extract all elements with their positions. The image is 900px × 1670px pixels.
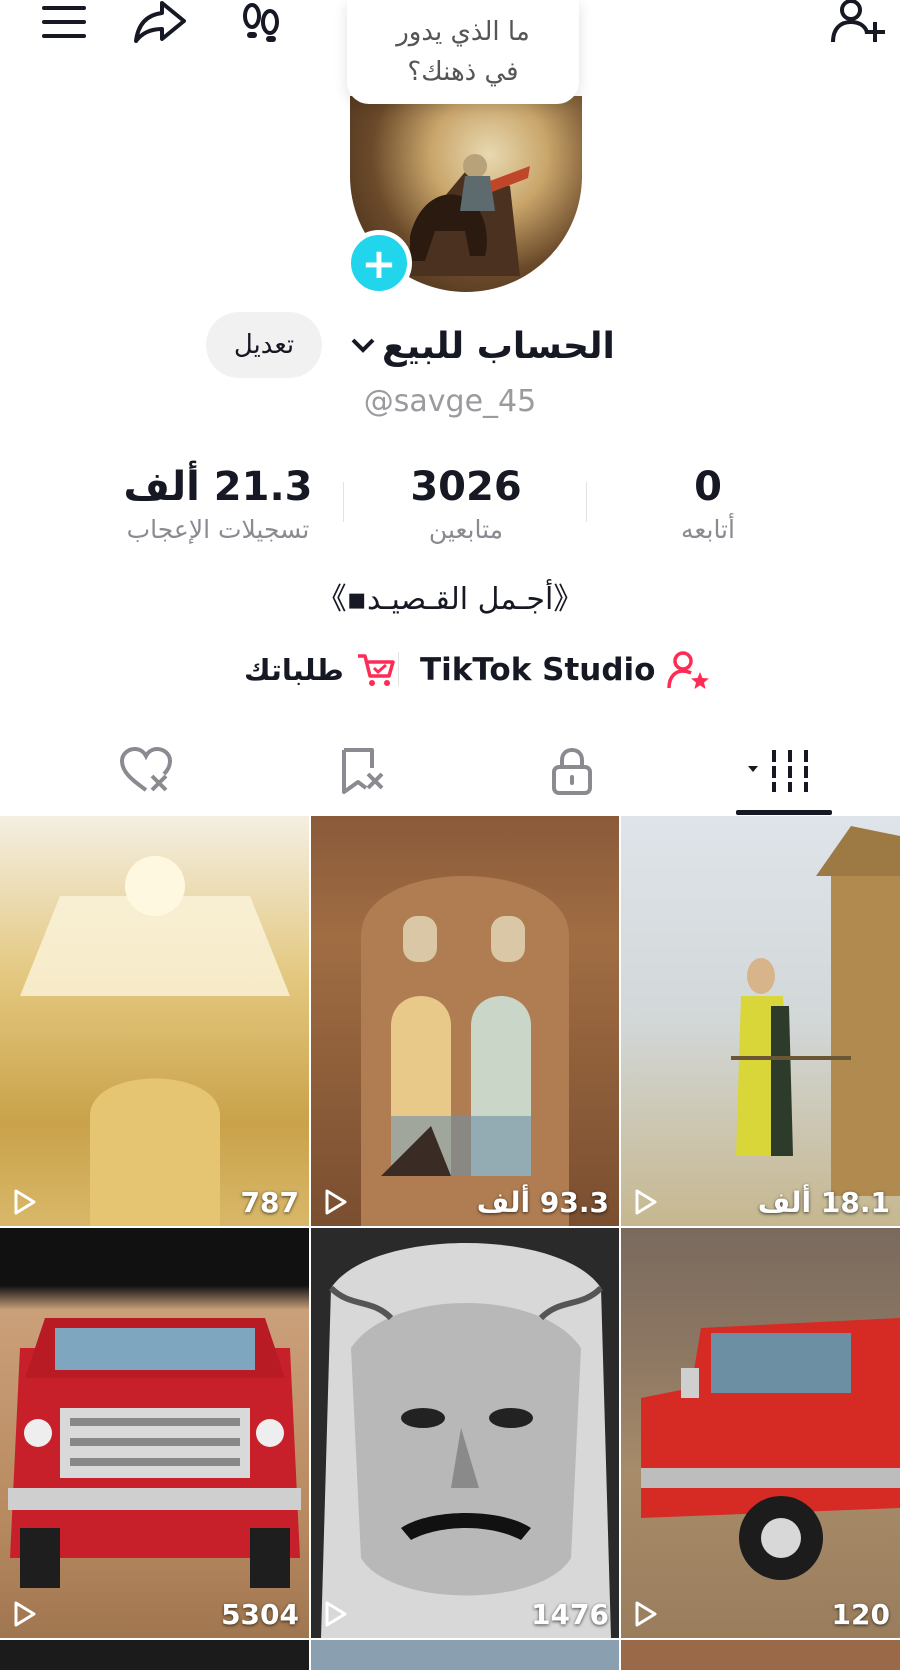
- video-thumbnail[interactable]: 1476: [311, 1228, 619, 1638]
- video-overlay: 5304: [0, 1590, 309, 1638]
- view-count: 787: [240, 1185, 299, 1219]
- edit-profile-label: تعديل: [233, 330, 295, 360]
- creator-star-icon: [667, 651, 710, 689]
- following-label: أتابعه: [681, 515, 735, 544]
- following-stat[interactable]: 0 أتابعه: [618, 462, 798, 548]
- footprints-icon: [243, 3, 279, 42]
- video-overlay: 93.3 ألف: [311, 1178, 619, 1226]
- play-icon: [325, 1189, 347, 1215]
- share-button[interactable]: [132, 0, 188, 44]
- play-icon: [14, 1601, 36, 1627]
- videos-tab[interactable]: [732, 730, 832, 812]
- plus-icon: +: [361, 238, 397, 288]
- thumbnail-image: [8, 1318, 301, 1588]
- cart-icon: [357, 654, 395, 686]
- likes-count: 21.3 ألف: [123, 464, 313, 510]
- hidden-bookmark-icon: [342, 748, 384, 794]
- add-avatar-button[interactable]: +: [346, 230, 412, 296]
- tiktok-studio-label: TikTok Studio: [420, 652, 656, 688]
- likes-label: تسجيلات الإعجاب: [126, 515, 310, 544]
- display-name: الحساب للبيع: [382, 325, 615, 367]
- thumbnail-image: [321, 1243, 611, 1638]
- video-grid-icon: [748, 750, 808, 792]
- orders-label: طلباتك: [244, 653, 344, 687]
- stats-divider: [343, 482, 344, 522]
- username: @savge_45: [363, 384, 537, 419]
- video-overlay: 18.1 ألف: [621, 1178, 900, 1226]
- following-count: 0: [694, 464, 722, 510]
- menu-button[interactable]: [36, 0, 92, 44]
- view-count: 120: [831, 1597, 890, 1631]
- followers-stat[interactable]: 3026 متابعين: [366, 462, 566, 548]
- share-icon: [134, 1, 186, 43]
- view-count: 18.1 ألف: [757, 1185, 890, 1219]
- video-thumbnail[interactable]: 93.3 ألف: [311, 816, 619, 1226]
- followers-count: 3026: [410, 464, 522, 510]
- status-bubble-text: ما الذي يدور في ذهنك؟: [396, 17, 530, 87]
- play-icon: [325, 1601, 347, 1627]
- lock-icon: [552, 747, 592, 795]
- content-tabs: [0, 730, 900, 816]
- play-icon: [635, 1189, 657, 1215]
- stats-divider: [586, 482, 587, 522]
- chevron-down-icon: [351, 338, 375, 353]
- status-bubble[interactable]: ما الذي يدور في ذهنك؟: [347, 0, 579, 104]
- view-count: 93.3 ألف: [476, 1185, 609, 1219]
- likes-stat[interactable]: 21.3 ألف تسجيلات الإعجاب: [108, 462, 328, 548]
- video-overlay: 120: [621, 1590, 900, 1638]
- video-overlay: 1476: [311, 1590, 619, 1638]
- bio: 《أجـمل القـصيـد▪︎》: [316, 582, 584, 617]
- thumbnail-image: [641, 1318, 900, 1580]
- video-overlay: 787: [0, 1178, 309, 1226]
- video-thumbnail[interactable]: 120: [621, 1228, 900, 1638]
- orders-link[interactable]: طلباتك: [244, 642, 396, 698]
- thumbnail-image: [731, 826, 900, 1196]
- hidden-heart-icon: [119, 746, 173, 792]
- play-icon: [14, 1189, 36, 1215]
- account-switcher[interactable]: الحساب للبيع: [350, 318, 615, 374]
- video-thumbnail[interactable]: 5304: [0, 1228, 309, 1638]
- play-icon: [635, 1601, 657, 1627]
- tiktok-studio-link[interactable]: TikTok Studio: [420, 642, 711, 698]
- view-count: 1476: [531, 1597, 609, 1631]
- profile-views-button[interactable]: [234, 0, 290, 44]
- video-thumbnail[interactable]: 787: [0, 816, 309, 1226]
- links-divider: [398, 652, 399, 686]
- edit-profile-button[interactable]: تعديل: [206, 312, 322, 378]
- add-friend-button[interactable]: [830, 0, 886, 44]
- thumbnail-image: [361, 876, 569, 1226]
- private-tab[interactable]: [522, 730, 622, 812]
- video-thumbnail[interactable]: 18.1 ألف: [621, 816, 900, 1226]
- liked-tab[interactable]: [96, 730, 196, 812]
- active-tab-indicator: [736, 810, 832, 815]
- avatar-image: [400, 154, 530, 276]
- followers-label: متابعين: [428, 515, 504, 544]
- menu-icon: [42, 6, 86, 38]
- favorites-tab[interactable]: [312, 730, 412, 812]
- thumbnail-image: [20, 856, 290, 1226]
- view-count: 5304: [221, 1597, 299, 1631]
- add-friend-icon: [831, 0, 885, 43]
